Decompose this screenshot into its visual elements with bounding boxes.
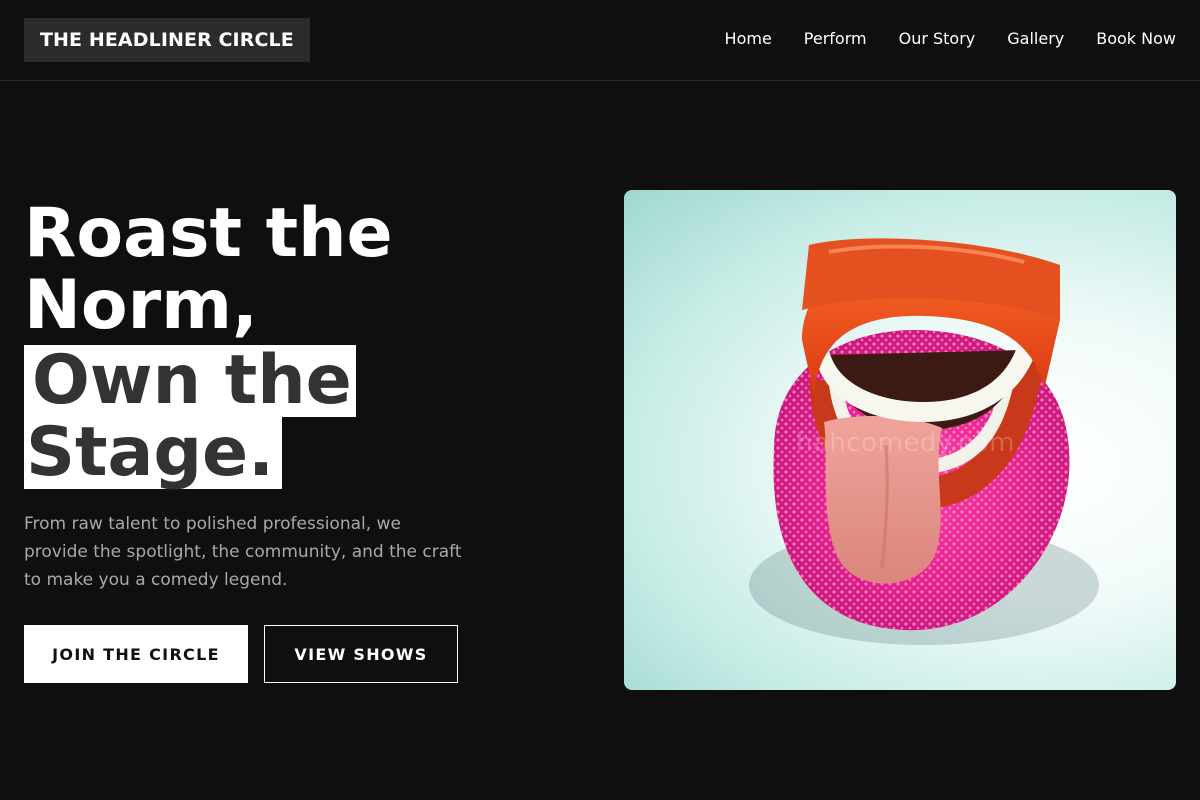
hero-title-highlight-2: Stage.: [24, 417, 282, 489]
main-nav: Home Perform Our Story Gallery Book Now: [693, 28, 1176, 50]
nav-link-our-story[interactable]: Our Story: [899, 28, 976, 50]
hero-title-line-1: Roast the: [24, 194, 393, 273]
view-shows-button[interactable]: VIEW SHOWS: [264, 625, 458, 683]
hero-image: hahcomedy.com: [624, 190, 1176, 690]
hero-title-highlight-1: Own the: [24, 345, 356, 417]
image-watermark: hahcomedy.com: [796, 428, 1015, 458]
hero-title-line-2: Norm,: [24, 266, 258, 345]
nav-link-book-now[interactable]: Book Now: [1096, 28, 1176, 50]
site-header: THE HEADLINER CIRCLE Home Perform Our St…: [0, 0, 1200, 81]
nav-link-home[interactable]: Home: [725, 28, 772, 50]
nav-link-gallery[interactable]: Gallery: [1007, 28, 1064, 50]
hero-title: Roast the Norm, Own the Stage.: [24, 198, 393, 489]
hero-description: From raw talent to polished professional…: [24, 514, 462, 590]
nav-link-perform[interactable]: Perform: [804, 28, 867, 50]
join-the-circle-button[interactable]: JOIN THE CIRCLE: [24, 625, 248, 683]
brand-logo[interactable]: THE HEADLINER CIRCLE: [24, 18, 310, 62]
